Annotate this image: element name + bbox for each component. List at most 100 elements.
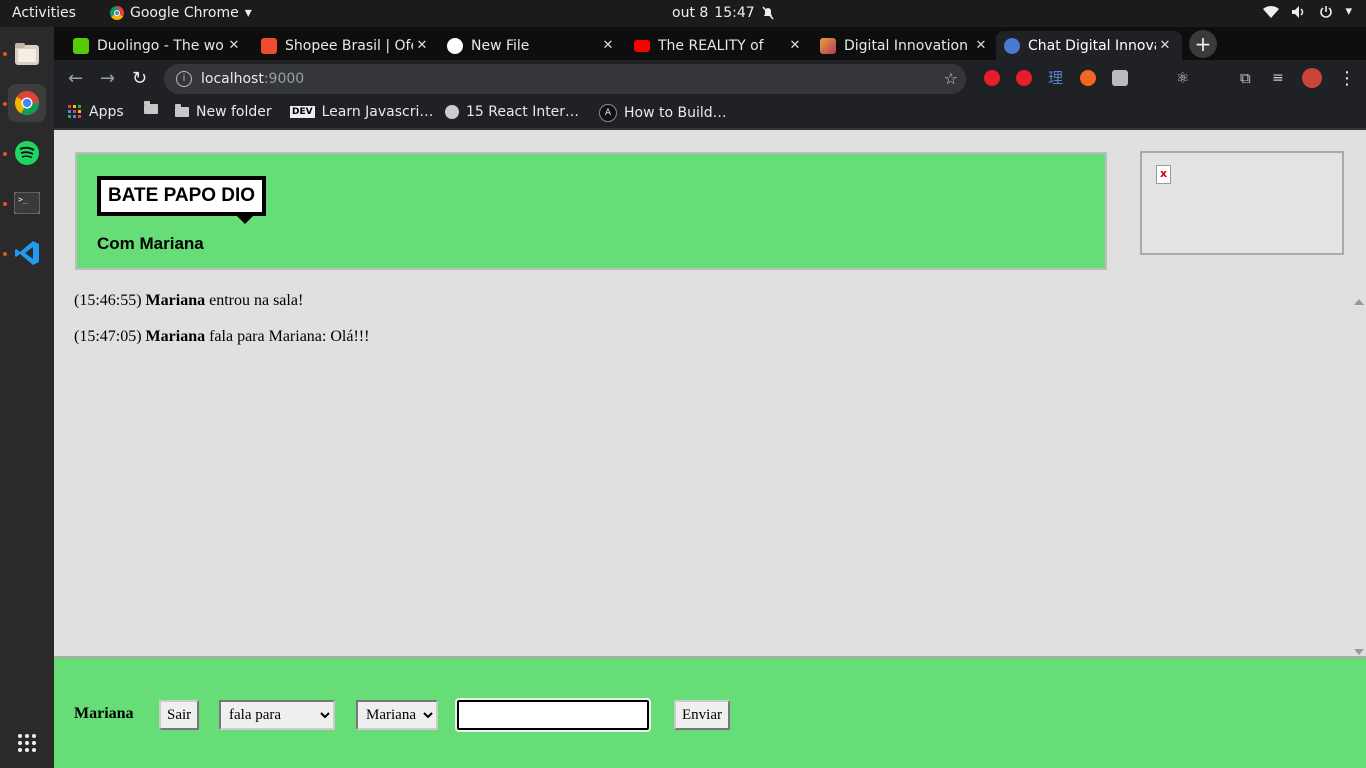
tab-title: New File — [471, 37, 530, 54]
close-tab-icon[interactable]: ✕ — [599, 38, 617, 53]
chrome-icon — [14, 91, 39, 116]
message-time: (15:47:05) — [74, 328, 142, 345]
github-icon — [447, 37, 463, 54]
chat-header: BATE PAPO DIO Com Mariana — [75, 152, 1107, 270]
vscode-icon — [15, 241, 39, 265]
notifications-muted-icon — [762, 6, 774, 20]
chat-footer: Mariana Sair fala para Mariana Enviar — [54, 656, 1366, 768]
url-port: :9000 — [263, 71, 305, 87]
menu-dots-icon[interactable]: ⋮ — [1338, 68, 1356, 89]
youtube-icon — [634, 39, 650, 52]
chat-message: (15:46:55) Mariana entrou na sala! — [74, 288, 1344, 324]
message-text: fala para Mariana: Olá!!! — [205, 328, 370, 345]
activities-button[interactable]: Activities — [12, 5, 76, 21]
dock: >_ — [0, 27, 54, 768]
bookmark-learn-javascript[interactable]: DEV Learn Javascri… — [290, 104, 433, 120]
reload-icon[interactable]: ↻ — [132, 68, 147, 89]
chat-message: (15:47:05) Mariana fala para Mariana: Ol… — [74, 324, 1344, 360]
info-icon[interactable]: i — [176, 71, 192, 87]
back-icon[interactable]: ← — [68, 68, 83, 89]
avatar[interactable] — [1302, 68, 1322, 88]
tab-duolingo[interactable]: Duolingo - The world's best way to learn… — [65, 31, 251, 60]
dio-icon — [820, 37, 836, 54]
extension-icon[interactable] — [1080, 70, 1096, 86]
globe-icon — [1004, 37, 1020, 54]
apps-grid-icon — [68, 105, 81, 118]
grid-icon — [18, 734, 36, 752]
broken-image-icon: x — [1156, 165, 1171, 184]
close-tab-icon[interactable]: ✕ — [225, 38, 243, 53]
extension-icon[interactable] — [984, 70, 1000, 86]
tab-new-file[interactable]: New File ✕ — [439, 31, 625, 60]
bookmark-label: Learn Javascri… — [321, 104, 434, 120]
dock-running-indicator — [3, 152, 7, 156]
tab-chat-digital-innovation[interactable]: Chat Digital Innovation ✕ — [996, 31, 1182, 60]
bookmark-new-folder[interactable]: New folder — [175, 104, 272, 120]
dock-files[interactable] — [8, 35, 46, 73]
app-menu[interactable]: Google Chrome ▾ — [110, 5, 252, 21]
media-icon[interactable]: ≡ — [1272, 70, 1288, 86]
bookmark-folder[interactable] — [144, 101, 158, 114]
close-tab-icon[interactable]: ✕ — [1156, 38, 1174, 53]
current-user: Mariana — [74, 705, 134, 722]
clock-date: out 8 — [672, 5, 709, 21]
bookmark-label: New folder — [196, 104, 272, 120]
url-host: localhost — [201, 71, 264, 87]
recipient-select[interactable]: Mariana — [356, 700, 438, 730]
tab-title: Duolingo - The world's best way to learn — [97, 37, 225, 54]
tab-strip: Duolingo - The world's best way to learn… — [54, 27, 1366, 60]
address-bar[interactable]: i localhost:9000 ☆ — [164, 64, 966, 94]
dock-spotify[interactable] — [8, 134, 46, 172]
chrome-icon — [110, 6, 124, 20]
scroll-down-icon[interactable] — [1354, 649, 1364, 655]
app-menu-label: Google Chrome — [130, 5, 239, 21]
extension-icon[interactable] — [1016, 70, 1032, 86]
globe-icon — [445, 105, 459, 119]
tab-digital-innovation[interactable]: Digital Innovation One ✕ — [812, 31, 998, 60]
dock-chrome[interactable] — [8, 84, 46, 122]
tab-shopee[interactable]: Shopee Brasil | Ofertas ✕ — [253, 31, 439, 60]
show-applications-icon[interactable] — [17, 733, 37, 757]
bookmark-react-interview[interactable]: 15 React Inter… — [445, 104, 579, 120]
dock-terminal[interactable]: >_ — [8, 184, 46, 222]
message-time: (15:46:55) — [74, 292, 142, 309]
message-input[interactable] — [455, 698, 651, 732]
bookmarks-bar: Apps New folder DEV Learn Javascri… 15 R… — [54, 97, 1366, 130]
react-icon[interactable]: ⚛ — [1176, 70, 1192, 86]
folder-icon — [144, 101, 158, 114]
bookmark-how-to-build[interactable]: A How to Build… — [599, 104, 727, 122]
volume-icon — [1292, 5, 1304, 18]
send-button[interactable]: Enviar — [674, 700, 730, 730]
bookmark-label: How to Build… — [624, 105, 727, 121]
tab-title: The REALITY of — [658, 37, 764, 54]
clock[interactable]: out 8 15:47 — [672, 5, 775, 21]
new-tab-button[interactable]: + — [1189, 30, 1217, 58]
spotify-icon — [15, 141, 39, 165]
puzzle-icon[interactable]: ⧉ — [1240, 70, 1256, 86]
message-scrollbar[interactable] — [1352, 295, 1366, 655]
site-icon: A — [599, 104, 617, 122]
files-icon — [15, 43, 39, 65]
bookmark-apps[interactable]: Apps — [68, 104, 124, 120]
exit-button[interactable]: Sair — [159, 700, 200, 730]
bookmark-label: 15 React Inter… — [466, 104, 580, 120]
tab-youtube[interactable]: The REALITY of ✕ — [626, 31, 812, 60]
close-tab-icon[interactable]: ✕ — [786, 38, 804, 53]
close-tab-icon[interactable]: ✕ — [972, 38, 990, 53]
action-select[interactable]: fala para — [219, 700, 335, 730]
dock-running-indicator — [3, 102, 7, 106]
caret-down-icon: ▾ — [244, 5, 252, 21]
extension-icon[interactable]: 理 — [1048, 70, 1064, 86]
message-list: (15:46:55) Mariana entrou na sala! (15:4… — [74, 288, 1344, 360]
forward-icon[interactable]: → — [100, 68, 115, 89]
scroll-up-icon[interactable] — [1354, 299, 1364, 305]
close-tab-icon[interactable]: ✕ — [413, 38, 431, 53]
system-tray[interactable]: ▾ — [1263, 4, 1352, 19]
bookmark-star-icon[interactable]: ☆ — [944, 69, 958, 88]
message-user: Mariana — [145, 292, 206, 309]
dock-vscode[interactable] — [8, 234, 46, 272]
clock-time: 15:47 — [714, 5, 755, 21]
chat-logo: BATE PAPO DIO — [97, 176, 267, 224]
extension-icon[interactable] — [1112, 70, 1128, 86]
tab-title: Chat Digital Innovation — [1028, 37, 1156, 54]
